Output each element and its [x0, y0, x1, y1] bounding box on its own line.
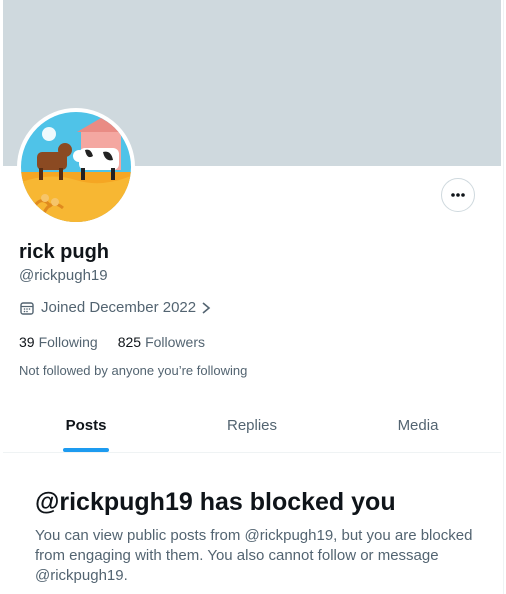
tab-replies-label: Replies: [226, 416, 278, 434]
following-count: 39: [19, 334, 35, 350]
following-label: Following: [38, 334, 98, 350]
tab-media-label: Media: [397, 416, 439, 434]
following-link[interactable]: 39 Following: [19, 332, 98, 352]
blocked-message: You can view public posts from @rickpugh…: [35, 527, 473, 584]
not-followed-note: Not followed by anyone you’re following: [19, 363, 248, 378]
more-options-icon: [451, 193, 465, 197]
handle: @rickpugh19: [19, 267, 108, 284]
more-options-button[interactable]: [441, 178, 475, 212]
followers-label: Followers: [145, 334, 205, 350]
profile-page: rick pugh @rickpugh19 Joined December 20…: [0, 0, 504, 594]
avatar[interactable]: [17, 108, 135, 226]
followers-count: 825: [117, 334, 142, 350]
active-tab-indicator: [63, 448, 109, 452]
calendar-icon: [19, 300, 35, 316]
tab-posts-label: Posts: [65, 416, 107, 434]
avatar-image: [21, 112, 131, 222]
follow-counts: 39 Following 825 Followers: [19, 332, 225, 352]
blocked-title: @rickpugh19 has blocked you: [35, 488, 396, 516]
chevron-right-icon: [200, 301, 212, 315]
joined-date[interactable]: Joined December 2022: [19, 298, 212, 318]
tab-replies[interactable]: Replies: [169, 398, 335, 452]
display-name: rick pugh: [19, 241, 110, 263]
tab-posts[interactable]: Posts: [3, 398, 169, 452]
profile-tabs: Posts Replies Media: [3, 398, 501, 453]
tab-media[interactable]: Media: [335, 398, 501, 452]
joined-text: Joined December 2022: [41, 299, 197, 316]
followers-link[interactable]: 825 Followers: [118, 332, 205, 352]
